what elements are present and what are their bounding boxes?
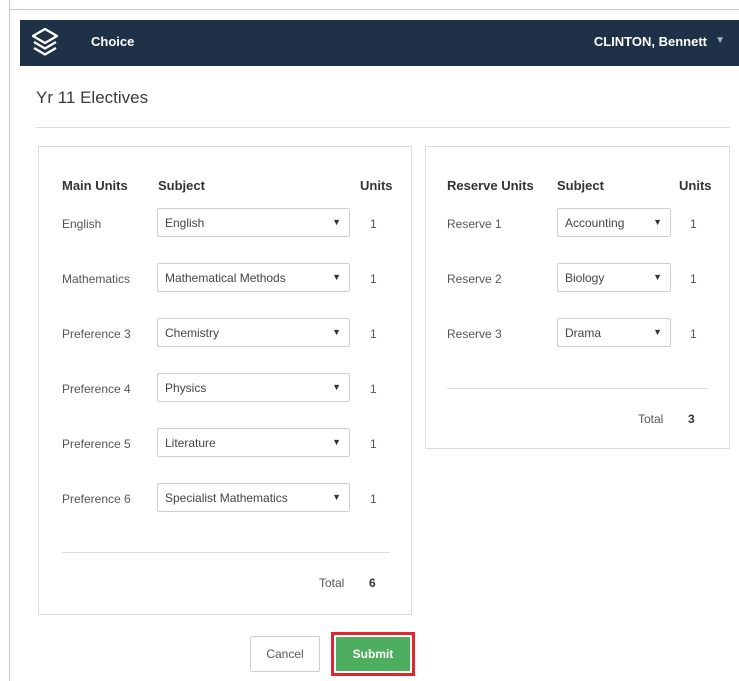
- app-name[interactable]: Choice: [91, 34, 134, 49]
- reserve-units-header: Reserve Units: [447, 178, 534, 193]
- subject-header: Subject: [158, 178, 205, 193]
- row-label-preference-6: Preference 6: [62, 492, 131, 506]
- subject-select-value: Accounting: [565, 216, 625, 230]
- page-title: Yr 11 Electives: [36, 88, 149, 107]
- units-value: 1: [370, 327, 377, 341]
- total-divider: [62, 552, 390, 553]
- row-label-preference-3: Preference 3: [62, 327, 131, 341]
- units-value: 1: [690, 327, 697, 341]
- subject-select-mathematics[interactable]: Mathematical Methods ▼: [157, 263, 350, 292]
- units-value: 1: [370, 437, 377, 451]
- subject-select-preference-4[interactable]: Physics ▼: [157, 373, 350, 402]
- caret-down-icon: ▼: [332, 437, 341, 447]
- subject-select-value: English: [165, 216, 205, 230]
- subject-select-value: Mathematical Methods: [165, 271, 286, 285]
- subject-select-value: Physics: [165, 381, 207, 395]
- row-label-english: English: [62, 217, 102, 231]
- units-value: 1: [370, 272, 377, 286]
- units-value: 1: [690, 272, 697, 286]
- row-label-mathematics: Mathematics: [62, 272, 131, 286]
- subject-select-preference-3[interactable]: Chemistry ▼: [157, 318, 350, 347]
- top-navbar: Choice CLINTON, Bennett ▼: [20, 20, 739, 66]
- caret-down-icon: ▼: [332, 272, 341, 282]
- reserve-total-value: 3: [688, 412, 695, 426]
- total-label: Total: [319, 576, 345, 590]
- title-divider: [36, 127, 730, 128]
- reserve-units-panel: Reserve Units Subject Units Reserve 1 Ac…: [425, 146, 730, 449]
- subject-header: Subject: [557, 178, 604, 193]
- layers-icon[interactable]: [30, 26, 60, 60]
- subject-select-reserve-1[interactable]: Accounting ▼: [557, 208, 671, 237]
- row-label-preference-5: Preference 5: [62, 437, 131, 451]
- row-label-reserve-2: Reserve 2: [447, 272, 502, 286]
- caret-down-icon: ▼: [332, 492, 341, 502]
- window-border-top: [9, 9, 739, 10]
- caret-down-icon: ▼: [653, 327, 662, 337]
- caret-down-icon: ▼: [332, 217, 341, 227]
- submit-button[interactable]: Submit: [336, 637, 410, 671]
- main-units-panel: Main Units Subject Units English English…: [38, 146, 412, 615]
- subject-select-value: Biology: [565, 271, 605, 285]
- cancel-button[interactable]: Cancel: [250, 636, 320, 672]
- window-border-left: [9, 0, 10, 681]
- caret-down-icon: ▼: [332, 327, 341, 337]
- subject-select-preference-5[interactable]: Literature ▼: [157, 428, 350, 457]
- main-total-value: 6: [369, 576, 376, 590]
- units-value: 1: [370, 217, 377, 231]
- row-label-reserve-3: Reserve 3: [447, 327, 502, 341]
- units-header: Units: [360, 178, 393, 193]
- units-value: 1: [690, 217, 697, 231]
- subject-select-value: Literature: [165, 436, 216, 450]
- subject-select-english[interactable]: English ▼: [157, 208, 350, 237]
- caret-down-icon: ▼: [332, 382, 341, 392]
- user-menu-name[interactable]: CLINTON, Bennett: [594, 34, 707, 49]
- caret-down-icon: ▼: [653, 272, 662, 282]
- subject-select-reserve-3[interactable]: Drama ▼: [557, 318, 671, 347]
- units-header: Units: [679, 178, 712, 193]
- subject-select-reserve-2[interactable]: Biology ▼: [557, 263, 671, 292]
- caret-down-icon: ▼: [653, 217, 662, 227]
- units-value: 1: [370, 492, 377, 506]
- units-value: 1: [370, 382, 377, 396]
- subject-select-value: Chemistry: [165, 326, 220, 340]
- subject-select-value: Drama: [565, 326, 602, 340]
- row-label-reserve-1: Reserve 1: [447, 217, 502, 231]
- caret-down-icon[interactable]: ▼: [715, 35, 725, 46]
- main-units-header: Main Units: [62, 178, 128, 193]
- total-label: Total: [638, 412, 664, 426]
- subject-select-value: Specialist Mathematics: [165, 491, 288, 505]
- row-label-preference-4: Preference 4: [62, 382, 131, 396]
- subject-select-preference-6[interactable]: Specialist Mathematics ▼: [157, 483, 350, 512]
- total-divider: [447, 388, 708, 389]
